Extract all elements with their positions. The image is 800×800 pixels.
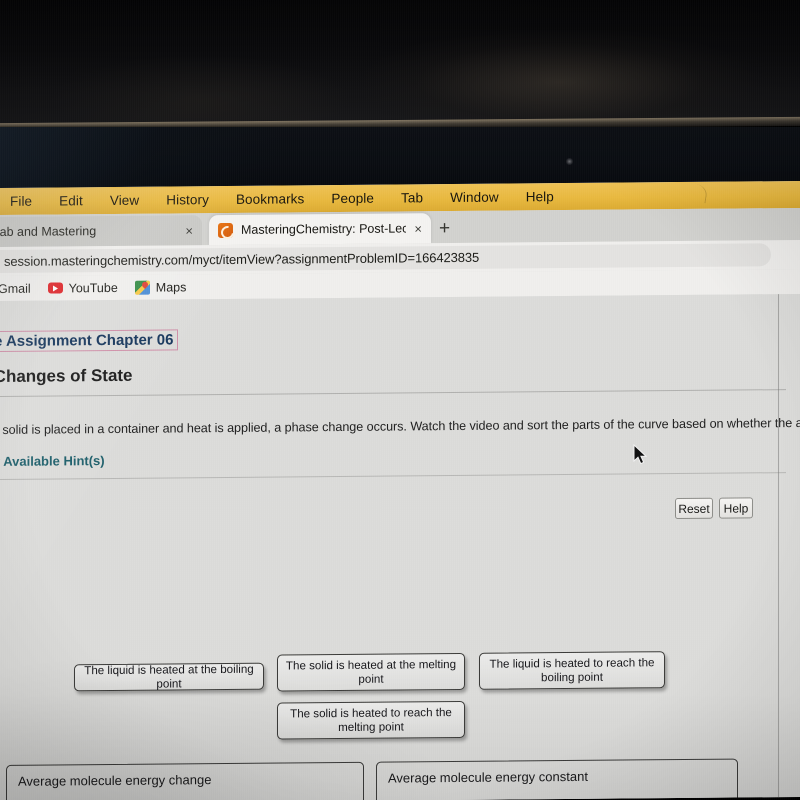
laptop-screen-photo: File Edit View History Bookmarks People … bbox=[0, 0, 800, 800]
page-content: e Assignment Chapter 06 -Changes of Stat… bbox=[0, 293, 800, 800]
bookmark-label: Gmail bbox=[0, 281, 31, 296]
tab-title: MyLab and Mastering bbox=[0, 224, 97, 240]
browser-tab-mylab[interactable]: MyLab and Mastering × bbox=[0, 215, 202, 248]
bookmark-youtube[interactable]: YouTube bbox=[47, 280, 118, 295]
dropzone-label: Average molecule energy constant bbox=[388, 768, 588, 786]
close-icon[interactable]: × bbox=[414, 221, 422, 236]
menu-item-window[interactable]: Window bbox=[450, 190, 499, 205]
question-text: a solid is placed in a container and hea… bbox=[0, 415, 800, 438]
masteringchemistry-icon bbox=[218, 222, 233, 238]
close-icon[interactable]: × bbox=[185, 223, 193, 238]
divider bbox=[0, 472, 786, 480]
url-text: session.masteringchemistry.com/myct/item… bbox=[4, 249, 480, 269]
dark-room-background bbox=[0, 30, 800, 126]
google-maps-icon bbox=[134, 280, 150, 295]
dropzone-energy-change[interactable]: Average molecule energy change bbox=[6, 761, 364, 800]
draggable-item[interactable]: The liquid is heated at the boiling poin… bbox=[74, 663, 264, 692]
page-title: -Changes of State bbox=[0, 365, 133, 387]
reset-button[interactable]: Reset bbox=[675, 497, 713, 520]
content-edge bbox=[778, 294, 779, 798]
youtube-icon bbox=[47, 282, 63, 294]
menu-item-file[interactable]: File bbox=[10, 194, 32, 209]
browser-tab-masteringchemistry[interactable]: MasteringChemistry: Post-Lect × bbox=[209, 213, 431, 246]
bookmark-maps[interactable]: Maps bbox=[134, 279, 187, 295]
menu-item-help[interactable]: Help bbox=[526, 189, 554, 204]
browser-window: File Edit View History Bookmarks People … bbox=[0, 180, 800, 800]
breadcrumb-assignment-link[interactable]: e Assignment Chapter 06 bbox=[0, 329, 178, 353]
dropzone-label: Average molecule energy change bbox=[18, 772, 212, 789]
address-bar[interactable]: session.masteringchemistry.com/myct/item… bbox=[0, 243, 771, 274]
new-tab-button[interactable]: + bbox=[439, 218, 450, 239]
menu-item-history[interactable]: History bbox=[166, 192, 209, 207]
menu-item-view[interactable]: View bbox=[110, 193, 139, 208]
screen-scratch bbox=[683, 182, 709, 204]
help-button[interactable]: Help bbox=[719, 497, 753, 519]
webcam-icon bbox=[566, 158, 573, 165]
bookmark-label: YouTube bbox=[68, 280, 118, 295]
menu-item-people[interactable]: People bbox=[331, 191, 374, 206]
tab-title: MasteringChemistry: Post-Lect bbox=[241, 221, 407, 237]
draggable-item[interactable]: The solid is heated at the melting point bbox=[277, 652, 465, 692]
menu-item-edit[interactable]: Edit bbox=[59, 193, 83, 208]
divider bbox=[0, 389, 786, 397]
view-available-hints-link[interactable]: w Available Hint(s) bbox=[0, 453, 105, 469]
draggable-item[interactable]: The liquid is heated to reach the boilin… bbox=[479, 651, 665, 690]
menu-item-bookmarks[interactable]: Bookmarks bbox=[236, 191, 304, 207]
bookmark-label: Maps bbox=[155, 279, 187, 295]
bookmark-gmail[interactable]: Gmail bbox=[0, 281, 31, 295]
bezel-reflection bbox=[0, 127, 340, 191]
dropzone-energy-constant[interactable]: Average molecule energy constant bbox=[376, 758, 738, 800]
menu-item-tab[interactable]: Tab bbox=[401, 190, 423, 205]
draggable-item[interactable]: The solid is heated to reach the melting… bbox=[277, 700, 465, 740]
